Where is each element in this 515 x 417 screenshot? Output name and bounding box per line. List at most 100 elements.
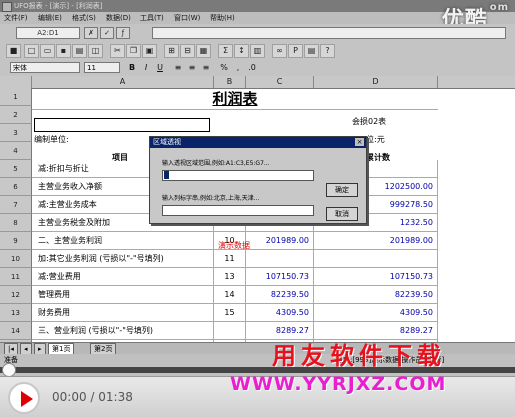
help-icon[interactable]: ? [320,44,335,58]
cumulative-value-cell[interactable]: 82239.50 [314,286,438,304]
menu-file[interactable]: 文件(F) [4,12,28,24]
menu-data[interactable]: 数据(D) [106,12,131,24]
cut-icon[interactable]: ✂ [110,44,125,58]
decimal-icon[interactable]: .0 [246,62,258,73]
field-icon[interactable]: ▤ [304,44,319,58]
row-header[interactable]: 12 [0,286,32,304]
row-header[interactable]: 14 [0,322,32,340]
current-value-cell[interactable] [246,250,314,268]
row-header[interactable]: 10 [0,250,32,268]
row-header[interactable]: 8 [0,214,32,232]
col-header-b[interactable]: B [214,76,246,88]
confirm-icon[interactable]: ✓ [100,27,114,39]
item-cell[interactable]: 三、营业利润 (亏损以"-"号填列) [32,322,214,340]
brand-char: 件 [359,342,388,370]
unit-label: 编制单位: [34,135,69,144]
save-icon[interactable]: ▪ [56,44,71,58]
col-header-d[interactable]: D [314,76,438,88]
comma-icon[interactable]: , [232,62,244,73]
grid-icon[interactable]: ▦ [196,44,211,58]
item-cell[interactable]: 减:营业费用 [32,268,214,286]
play-icon[interactable] [8,382,40,414]
selected-range [34,118,210,132]
current-time: 00:00 [52,390,87,404]
sort-icon[interactable]: ↕ [234,44,249,58]
row-header[interactable]: 3 [0,124,32,142]
row-header[interactable]: 1 [0,88,32,106]
current-value-cell[interactable]: 4309.50 [246,304,314,322]
new-icon[interactable]: □ [24,44,39,58]
cancel-button[interactable]: 取消 [326,207,358,221]
current-value-cell[interactable]: 201989.00 [246,232,314,250]
format-toggle-icon[interactable]: ■ [6,44,21,58]
item-cell[interactable]: 财务费用 [32,304,214,322]
cumulative-value-cell[interactable] [314,250,438,268]
preview-icon[interactable]: ◫ [88,44,103,58]
row-header[interactable]: 6 [0,178,32,196]
menu-help[interactable]: 帮助(H) [210,12,235,24]
delete-icon[interactable]: ⊟ [180,44,195,58]
col-header-a[interactable]: A [32,76,214,88]
item-cell[interactable]: 管理费用 [32,286,214,304]
align-right-icon[interactable]: ≡ [200,62,212,73]
currency-unit: 位:元 [366,135,385,144]
row-header[interactable]: 2 [0,106,32,124]
row-header[interactable]: 5 [0,160,32,178]
paste-icon[interactable]: ▣ [142,44,157,58]
print-icon[interactable]: ▤ [72,44,87,58]
copy-icon[interactable]: ❐ [126,44,141,58]
percent-icon[interactable]: % [218,62,230,73]
align-left-icon[interactable]: ≡ [172,62,184,73]
line-no-cell[interactable]: 15 [214,304,246,322]
cumulative-value-cell[interactable]: 4309.50 [314,304,438,322]
row-header[interactable]: 7 [0,196,32,214]
insert-icon[interactable]: ⊞ [164,44,179,58]
line-no-cell[interactable]: 13 [214,268,246,286]
chart-icon[interactable]: ▥ [250,44,265,58]
cancel-icon[interactable]: ✗ [84,27,98,39]
row-header[interactable]: 13 [0,304,32,322]
font-size-select[interactable]: 11 [84,62,120,73]
cumulative-value-cell[interactable]: 107150.73 [314,268,438,286]
corner-cell[interactable] [0,76,32,88]
sum-icon[interactable]: Σ [218,44,233,58]
close-icon[interactable]: × [355,138,364,146]
app-icon [2,2,12,12]
line-no-cell[interactable]: 11 [214,250,246,268]
report-title[interactable]: 利润表 [32,88,438,110]
underline-icon[interactable]: U [154,62,166,73]
open-icon[interactable]: ▭ [40,44,55,58]
row-header[interactable]: 9 [0,232,32,250]
format-toolbar: 宋体 11 B I U ≡ ≡ ≡ % , .0 [0,60,515,77]
align-center-icon[interactable]: ≡ [186,62,198,73]
progress-knob[interactable] [2,363,16,377]
menu-window[interactable]: 窗口(W) [174,12,200,24]
cell-reference-box[interactable]: A2:D1 [16,27,80,39]
col-header-c[interactable]: C [246,76,314,88]
formula-input[interactable] [152,27,506,39]
column-input[interactable] [162,205,314,216]
line-no-cell[interactable] [214,322,246,340]
menu-tools[interactable]: 工具(T) [140,12,164,24]
menu-format[interactable]: 格式(S) [72,12,96,24]
current-value-cell[interactable]: 107150.73 [246,268,314,286]
current-value-cell[interactable]: 82239.50 [246,286,314,304]
line-no-cell[interactable]: 14 [214,286,246,304]
range-prompt: 输入透视区域范围,例如:A1:C3,E5:G7... [162,160,270,167]
brand-char: 载 [417,342,446,370]
italic-icon[interactable]: I [140,62,152,73]
pivot-icon[interactable]: P [288,44,303,58]
link-icon[interactable]: ∞ [272,44,287,58]
item-cell[interactable]: 二、主营业务利润 [32,232,214,250]
ok-button[interactable]: 确定 [326,183,358,197]
row-header[interactable]: 11 [0,268,32,286]
row-header[interactable]: 4 [0,142,32,160]
item-cell[interactable]: 加:其它业务利润 (亏损以"-"号填列) [32,250,214,268]
function-icon[interactable]: ƒ [116,27,130,39]
range-input[interactable] [162,170,314,181]
menu-edit[interactable]: 编辑(E) [38,12,62,24]
cumulative-value-cell[interactable]: 201989.00 [314,232,438,250]
bold-icon[interactable]: B [126,62,138,73]
font-select[interactable]: 宋体 [10,62,80,73]
formula-bar: A2:D1 ✗ ✓ ƒ [0,24,515,41]
